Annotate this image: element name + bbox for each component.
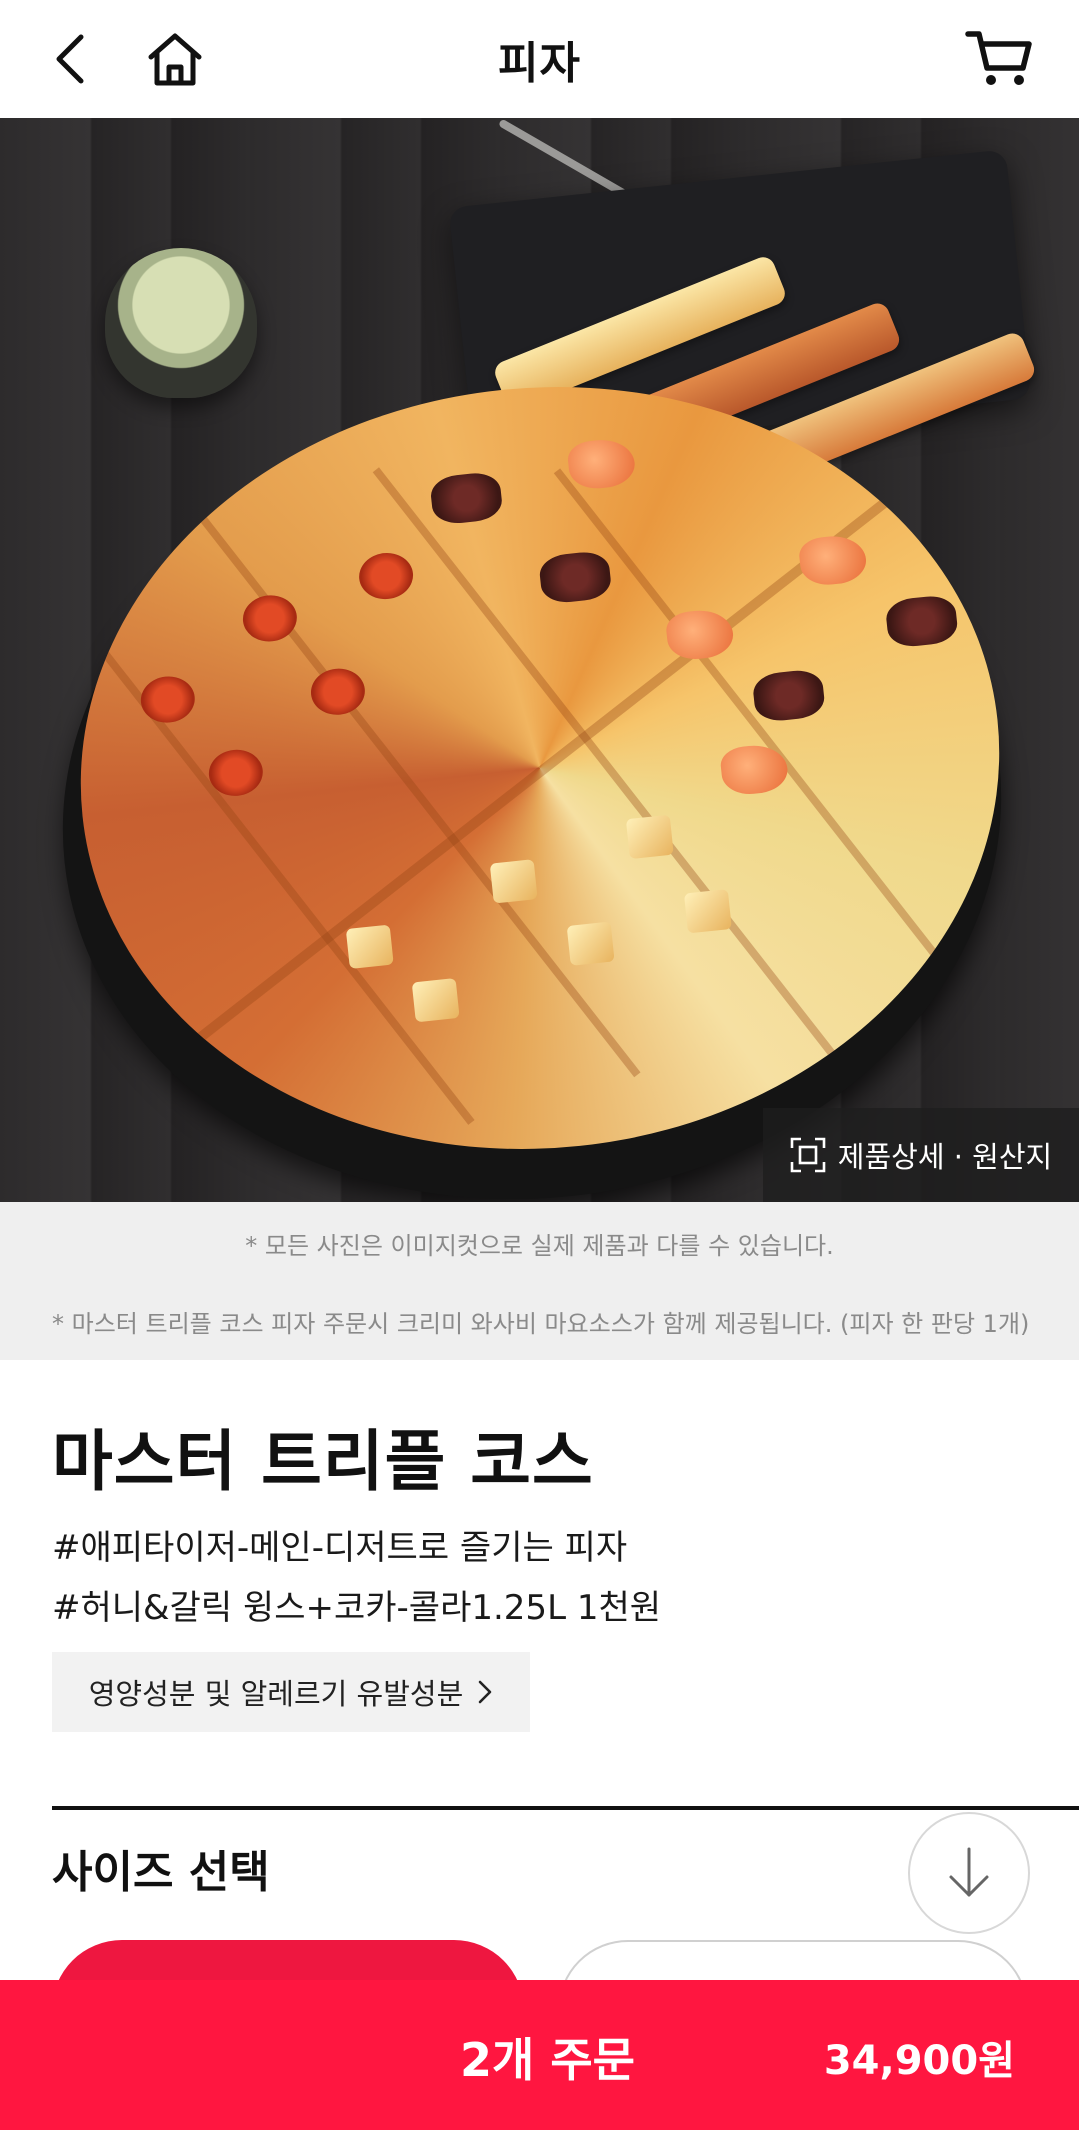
- home-icon: [148, 33, 202, 86]
- potato-topping: [625, 814, 674, 860]
- order-button[interactable]: 2개 주문 34,900원: [0, 1980, 1079, 2130]
- page-title: 피자: [498, 38, 581, 89]
- top-app-bar: 피자: [0, 0, 1079, 118]
- scroll-down-button[interactable]: [908, 1812, 1030, 1934]
- pepperoni-topping: [356, 550, 416, 602]
- cart-icon: [965, 31, 1032, 85]
- potato-topping: [566, 921, 615, 966]
- section-divider: [52, 1806, 1079, 1810]
- wasabi-sauce-cup: [105, 248, 257, 398]
- back-button[interactable]: [36, 24, 106, 94]
- chevron-right-icon: [478, 1680, 492, 1704]
- order-total-price: 34,900원: [823, 2038, 1015, 2084]
- size-section-title: 사이즈 선택: [52, 1847, 270, 1898]
- order-count-label: 2개 주문: [460, 2033, 635, 2087]
- disclaimer-line-1: * 모든 사진은 이미지컷으로 실제 제품과 다를 수 있습니다.: [245, 1232, 834, 1260]
- product-hashtags: #애피타이저-메인-디저트로 즐기는 피자 #허니&갈릭 윙스+코카-콜라1.2…: [52, 1518, 661, 1638]
- scan-frame-icon: [790, 1137, 826, 1173]
- shrimp-topping: [797, 532, 869, 588]
- sausage-topping: [751, 668, 827, 724]
- chevron-left-icon: [56, 34, 84, 84]
- potato-topping: [489, 859, 538, 904]
- pepperoni-topping: [308, 666, 368, 718]
- potato-topping: [683, 889, 732, 934]
- nutrition-allergen-button[interactable]: 영양성분 및 알레르기 유발성분: [52, 1652, 530, 1732]
- disclaimer-line-2: * 마스터 트리플 코스 피자 주문시 크리미 와사비 마요소스가 함께 제공됩…: [52, 1310, 1030, 1338]
- cart-button[interactable]: [959, 20, 1039, 96]
- sausage-topping: [537, 549, 613, 605]
- shrimp-topping: [566, 436, 637, 492]
- pepperoni-topping: [138, 673, 198, 726]
- product-name: 마스터 트리플 코스: [52, 1423, 594, 1500]
- shrimp-topping: [664, 607, 736, 662]
- potato-topping: [411, 977, 460, 1023]
- hashtag-line-2: #허니&갈릭 윙스+코카-콜라1.25L 1천원: [52, 1588, 662, 1628]
- home-button[interactable]: [140, 24, 210, 94]
- hashtag-line-1: #애피타이저-메인-디저트로 즐기는 피자: [52, 1528, 628, 1568]
- sausage-topping: [884, 593, 960, 649]
- product-detail-origin-button[interactable]: 제품상세 · 원산지: [763, 1108, 1079, 1202]
- product-detail-origin-label: 제품상세 · 원산지: [837, 1140, 1053, 1174]
- potato-topping: [345, 924, 394, 969]
- nutrition-allergen-label: 영양성분 및 알레르기 유발성분: [88, 1677, 464, 1711]
- sausage-topping: [429, 470, 504, 526]
- product-image: [0, 118, 1079, 1202]
- arrow-down-icon: [949, 1847, 989, 1897]
- image-disclaimer: * 모든 사진은 이미지컷으로 실제 제품과 다를 수 있습니다. * 마스터 …: [0, 1202, 1079, 1360]
